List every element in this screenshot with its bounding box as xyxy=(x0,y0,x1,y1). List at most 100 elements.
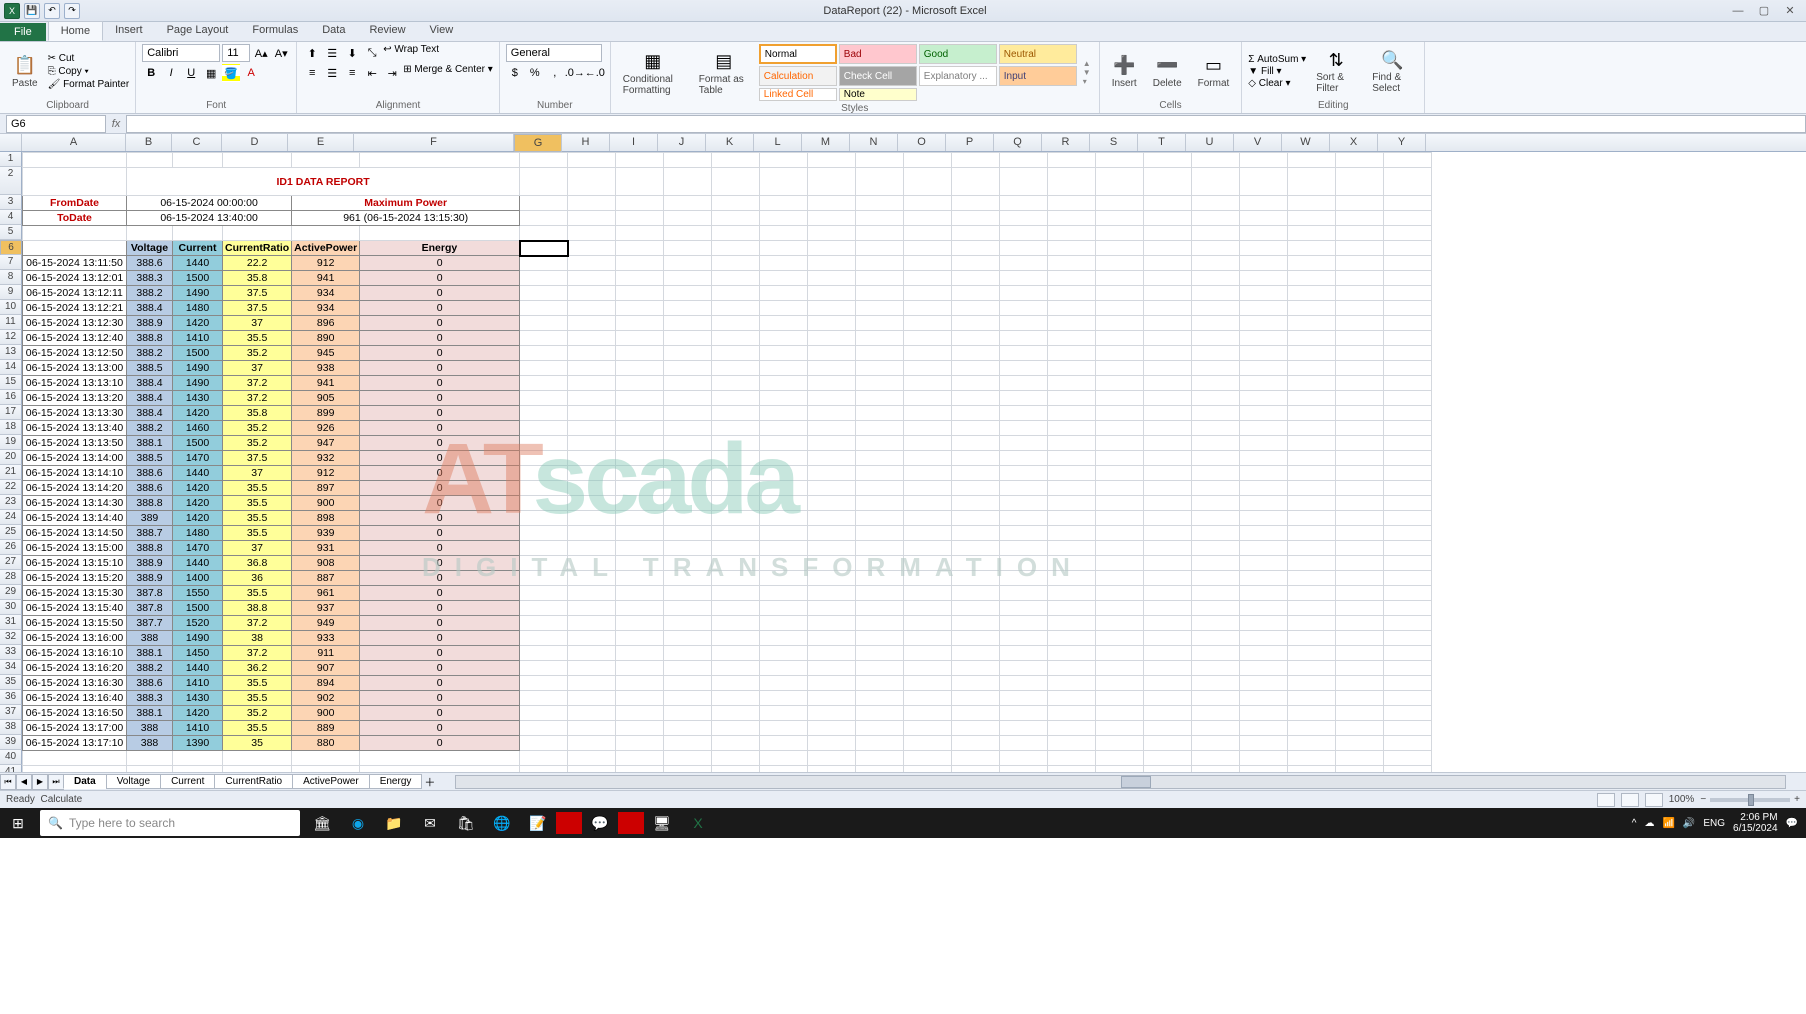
cell-X18[interactable] xyxy=(1336,421,1384,436)
cell-E37[interactable]: 900 xyxy=(292,706,360,721)
cell-N11[interactable] xyxy=(856,316,904,331)
cell-X24[interactable] xyxy=(1336,511,1384,526)
cell-G8[interactable] xyxy=(520,271,568,286)
cell-S38[interactable] xyxy=(1096,721,1144,736)
cell-A19[interactable]: 06-15-2024 13:13:50 xyxy=(23,436,127,451)
cell-C33[interactable]: 1450 xyxy=(173,646,223,661)
cell-T40[interactable] xyxy=(1144,751,1192,766)
cell-P16[interactable] xyxy=(952,391,1000,406)
cell-C12[interactable]: 1410 xyxy=(173,331,223,346)
cell-E23[interactable]: 900 xyxy=(292,496,360,511)
cell-I8[interactable] xyxy=(616,271,664,286)
cell-B3[interactable]: 06-15-2024 00:00:00 xyxy=(127,196,292,211)
cell-I37[interactable] xyxy=(616,706,664,721)
cell-E4[interactable]: 961 (06-15-2024 13:15:30) xyxy=(292,211,520,226)
cell-Q19[interactable] xyxy=(1000,436,1048,451)
cell-A15[interactable]: 06-15-2024 13:13:10 xyxy=(23,376,127,391)
cell-T13[interactable] xyxy=(1144,346,1192,361)
cell-D21[interactable]: 37 xyxy=(223,466,292,481)
cell-X17[interactable] xyxy=(1336,406,1384,421)
cell-P35[interactable] xyxy=(952,676,1000,691)
cell-B21[interactable]: 388.6 xyxy=(127,466,173,481)
cell-Y41[interactable] xyxy=(1384,766,1432,773)
row-header-2[interactable]: 2 xyxy=(0,167,22,195)
cell-W40[interactable] xyxy=(1288,751,1336,766)
cell-N8[interactable] xyxy=(856,271,904,286)
cell-W29[interactable] xyxy=(1288,586,1336,601)
cell-Y1[interactable] xyxy=(1384,153,1432,168)
cell-F29[interactable]: 0 xyxy=(360,586,520,601)
first-sheet-icon[interactable]: ⏮ xyxy=(0,774,16,790)
cell-Q16[interactable] xyxy=(1000,391,1048,406)
cell-L1[interactable] xyxy=(760,153,808,168)
increase-font-icon[interactable]: A▴ xyxy=(252,44,270,62)
row-header-14[interactable]: 14 xyxy=(0,360,22,375)
cell-V6[interactable] xyxy=(1240,241,1288,256)
cell-A39[interactable]: 06-15-2024 13:17:10 xyxy=(23,736,127,751)
cell-T38[interactable] xyxy=(1144,721,1192,736)
cell-M32[interactable] xyxy=(808,631,856,646)
cell-T26[interactable] xyxy=(1144,541,1192,556)
zoom-out-icon[interactable]: − xyxy=(1700,794,1706,805)
cell-K6[interactable] xyxy=(712,241,760,256)
cell-B12[interactable]: 388.8 xyxy=(127,331,173,346)
cell-G25[interactable] xyxy=(520,526,568,541)
cell-Y26[interactable] xyxy=(1384,541,1432,556)
cell-E35[interactable]: 894 xyxy=(292,676,360,691)
cell-H40[interactable] xyxy=(568,751,616,766)
cell-P19[interactable] xyxy=(952,436,1000,451)
cell-V17[interactable] xyxy=(1240,406,1288,421)
cell-N38[interactable] xyxy=(856,721,904,736)
cell-K22[interactable] xyxy=(712,481,760,496)
cell-J32[interactable] xyxy=(664,631,712,646)
cell-X14[interactable] xyxy=(1336,361,1384,376)
cell-L17[interactable] xyxy=(760,406,808,421)
cell-G23[interactable] xyxy=(520,496,568,511)
cell-T1[interactable] xyxy=(1144,153,1192,168)
cell-N1[interactable] xyxy=(856,153,904,168)
cell-R30[interactable] xyxy=(1048,601,1096,616)
cell-L15[interactable] xyxy=(760,376,808,391)
cell-D23[interactable]: 35.5 xyxy=(223,496,292,511)
cell-N12[interactable] xyxy=(856,331,904,346)
cell-S20[interactable] xyxy=(1096,451,1144,466)
cell-I34[interactable] xyxy=(616,661,664,676)
cell-C31[interactable]: 1520 xyxy=(173,616,223,631)
cell-A32[interactable]: 06-15-2024 13:16:00 xyxy=(23,631,127,646)
cell-V33[interactable] xyxy=(1240,646,1288,661)
cell-S19[interactable] xyxy=(1096,436,1144,451)
cell-E25[interactable]: 939 xyxy=(292,526,360,541)
cell-U34[interactable] xyxy=(1192,661,1240,676)
cell-V27[interactable] xyxy=(1240,556,1288,571)
cell-A8[interactable]: 06-15-2024 13:12:01 xyxy=(23,271,127,286)
cell-O20[interactable] xyxy=(904,451,952,466)
cell-G21[interactable] xyxy=(520,466,568,481)
find-select-button[interactable]: 🔍Find & Select xyxy=(1366,46,1418,96)
row-header-22[interactable]: 22 xyxy=(0,480,22,495)
cell-W27[interactable] xyxy=(1288,556,1336,571)
align-middle-icon[interactable]: ☰ xyxy=(323,44,341,62)
cell-S4[interactable] xyxy=(1096,211,1144,226)
cell-E18[interactable]: 926 xyxy=(292,421,360,436)
cell-A26[interactable]: 06-15-2024 13:15:00 xyxy=(23,541,127,556)
cell-A36[interactable]: 06-15-2024 13:16:40 xyxy=(23,691,127,706)
col-header-N[interactable]: N xyxy=(850,134,898,151)
cell-N15[interactable] xyxy=(856,376,904,391)
cell-Y38[interactable] xyxy=(1384,721,1432,736)
close-button[interactable]: ✕ xyxy=(1778,3,1802,19)
cell-F14[interactable]: 0 xyxy=(360,361,520,376)
cell-B5[interactable] xyxy=(127,226,173,241)
cell-C6[interactable]: Current xyxy=(173,241,223,256)
cell-R21[interactable] xyxy=(1048,466,1096,481)
cell-A24[interactable]: 06-15-2024 13:14:40 xyxy=(23,511,127,526)
cell-M8[interactable] xyxy=(808,271,856,286)
cell-I30[interactable] xyxy=(616,601,664,616)
cell-H28[interactable] xyxy=(568,571,616,586)
cell-O18[interactable] xyxy=(904,421,952,436)
cell-T11[interactable] xyxy=(1144,316,1192,331)
cell-I20[interactable] xyxy=(616,451,664,466)
cell-H18[interactable] xyxy=(568,421,616,436)
cell-D5[interactable] xyxy=(223,226,292,241)
cell-A13[interactable]: 06-15-2024 13:12:50 xyxy=(23,346,127,361)
cell-O35[interactable] xyxy=(904,676,952,691)
